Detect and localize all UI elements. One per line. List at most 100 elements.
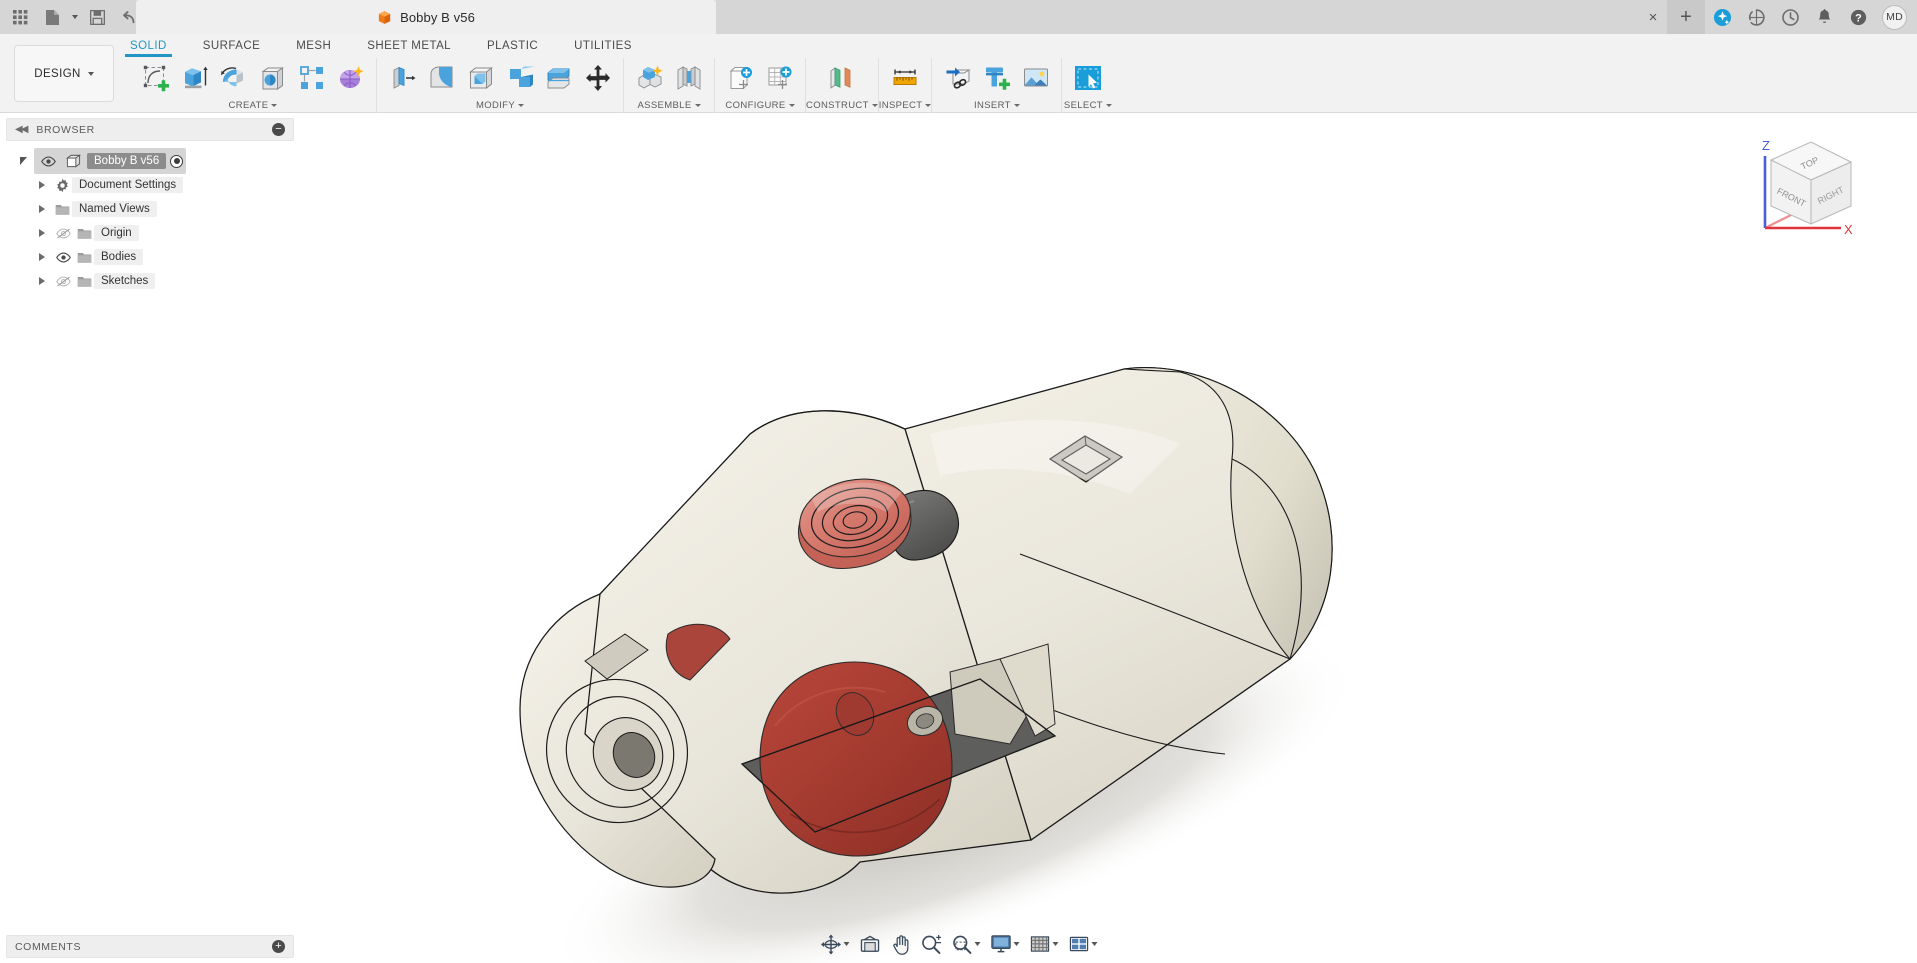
navigation-bar [815,929,1102,959]
group-label-select[interactable]: SELECT [1064,98,1112,113]
zoom-icon[interactable] [915,929,946,959]
revolve-icon[interactable] [215,59,252,97]
visibility-eye-off-icon[interactable] [52,221,74,245]
chevron-down-icon[interactable] [1013,942,1019,946]
expand-arrow-document-settings[interactable] [32,173,52,197]
pan-icon[interactable] [885,929,915,959]
rectangular-pattern-icon[interactable] [293,59,330,97]
tree-node-named-views-label[interactable]: Named Views [72,201,157,217]
group-label-configure[interactable]: CONFIGURE [725,98,795,113]
chevron-down-icon[interactable] [1091,942,1097,946]
view-cube[interactable]: Z X TOP FRONT RIGHT [1745,128,1865,243]
expand-arrow-origin[interactable] [32,221,52,245]
tab-sheet-metal[interactable]: SHEET METAL [367,34,451,52]
tab-plastic[interactable]: PLASTIC [487,34,538,52]
collapse-panel-icon[interactable]: ◀◀ [15,124,28,135]
globe-refresh-icon[interactable] [1739,0,1773,34]
fillet-icon[interactable] [423,59,460,97]
tab-utilities[interactable]: UTILITIES [574,34,632,52]
internal-red-wheel[interactable] [759,661,953,857]
group-label-insert-text: INSERT [974,100,1011,111]
display-settings-icon[interactable] [985,929,1024,959]
file-menu-caret-icon[interactable] [68,2,81,32]
tree-node-sketches[interactable]: Sketches [0,269,300,293]
expand-arrow-bodies[interactable] [32,245,52,269]
create-form-icon[interactable] [332,59,369,97]
chevron-down-icon[interactable] [974,942,980,946]
group-label-modify[interactable]: MODIFY [476,98,525,113]
group-label-assemble[interactable]: ASSEMBLE [637,98,701,113]
tree-node-bodies[interactable]: Bodies [0,245,300,269]
app-grid-icon[interactable] [4,2,36,32]
zoom-window-icon[interactable] [946,929,985,959]
gear-icon [52,173,72,197]
insert-mcmaster-icon[interactable] [978,59,1015,97]
configuration-table-icon[interactable] [761,59,798,97]
offset-face-icon[interactable] [540,59,577,97]
chevron-down-icon [694,104,701,107]
tree-node-root[interactable]: Bobby B v56 [0,148,300,174]
visibility-eye-off-icon[interactable] [52,269,74,293]
orbit-icon[interactable] [815,929,854,959]
expand-arrow-named-views[interactable] [32,197,52,221]
expand-arrow-sketches[interactable] [32,269,52,293]
tree-node-sketches-label[interactable]: Sketches [94,273,156,289]
extrude-icon[interactable] [176,59,213,97]
chevron-down-icon[interactable] [843,942,849,946]
group-label-create[interactable]: CREATE [229,98,278,113]
minimize-browser-icon[interactable]: − [272,123,285,136]
comments-bar[interactable]: COMMENTS + [6,935,294,958]
close-icon[interactable]: × [1639,0,1667,34]
tab-mesh[interactable]: MESH [296,34,331,52]
avatar[interactable]: MD [1882,4,1907,30]
tree-node-origin-label[interactable]: Origin [94,225,139,241]
configuration-icon[interactable] [722,59,759,97]
look-at-icon[interactable] [854,929,885,959]
add-comment-icon[interactable]: + [272,940,285,953]
ribbon-groups: CREATE MODIFY ASSEMBLE CONFIGURE CONSTRU… [130,58,1113,113]
ribbon-tabs: SOLID SURFACE MESH SHEET METAL PLASTIC U… [125,34,668,58]
job-status-icon[interactable] [1773,0,1807,34]
axis-x-label: X [1844,222,1853,237]
chevron-down-icon [788,104,795,107]
viewports-icon[interactable] [1063,929,1102,959]
grid-snaps-icon[interactable] [1024,929,1063,959]
hole-icon[interactable] [254,59,291,97]
activate-component-radio[interactable] [170,154,184,168]
document-tab[interactable]: Bobby B v56 [136,0,716,34]
measure-icon[interactable] [887,59,924,97]
help-icon[interactable]: ? [1841,0,1875,34]
move-copy-icon[interactable] [579,59,616,97]
new-tab-icon[interactable]: + [1667,0,1705,34]
derive-icon[interactable] [939,59,976,97]
tree-node-bodies-label[interactable]: Bodies [94,249,144,265]
tree-node-root-label[interactable]: Bobby B v56 [87,153,167,169]
tree-node-origin[interactable]: Origin [0,221,300,245]
tree-node-named-views[interactable]: Named Views [0,197,300,221]
visibility-eye-icon[interactable] [37,149,59,173]
press-pull-icon[interactable] [384,59,421,97]
select-icon[interactable] [1069,59,1106,97]
joint-icon[interactable] [670,59,707,97]
tab-solid[interactable]: SOLID [125,34,172,57]
group-label-construct[interactable]: CONSTRUCT [806,98,878,113]
workspace-selector[interactable]: DESIGN [14,45,114,102]
offset-plane-icon[interactable] [823,59,860,97]
shell-icon[interactable] [462,59,499,97]
combine-icon[interactable] [501,59,538,97]
create-sketch-icon[interactable] [137,59,174,97]
ai-assistant-icon[interactable] [1705,0,1739,34]
chevron-down-icon[interactable] [1052,942,1058,946]
tab-surface[interactable]: SURFACE [203,34,260,52]
save-icon[interactable] [81,2,113,32]
group-label-insert[interactable]: INSERT [974,98,1020,113]
group-label-inspect[interactable]: INSPECT [879,98,932,113]
tree-node-document-settings[interactable]: Document Settings [0,173,300,197]
insert-canvas-icon[interactable] [1017,59,1054,97]
notifications-bell-icon[interactable] [1807,0,1841,34]
file-icon[interactable] [36,2,68,32]
new-component-icon[interactable] [631,59,668,97]
tree-node-document-settings-label[interactable]: Document Settings [72,177,184,193]
visibility-eye-icon[interactable] [52,245,74,269]
expand-arrow-root[interactable] [14,149,34,173]
